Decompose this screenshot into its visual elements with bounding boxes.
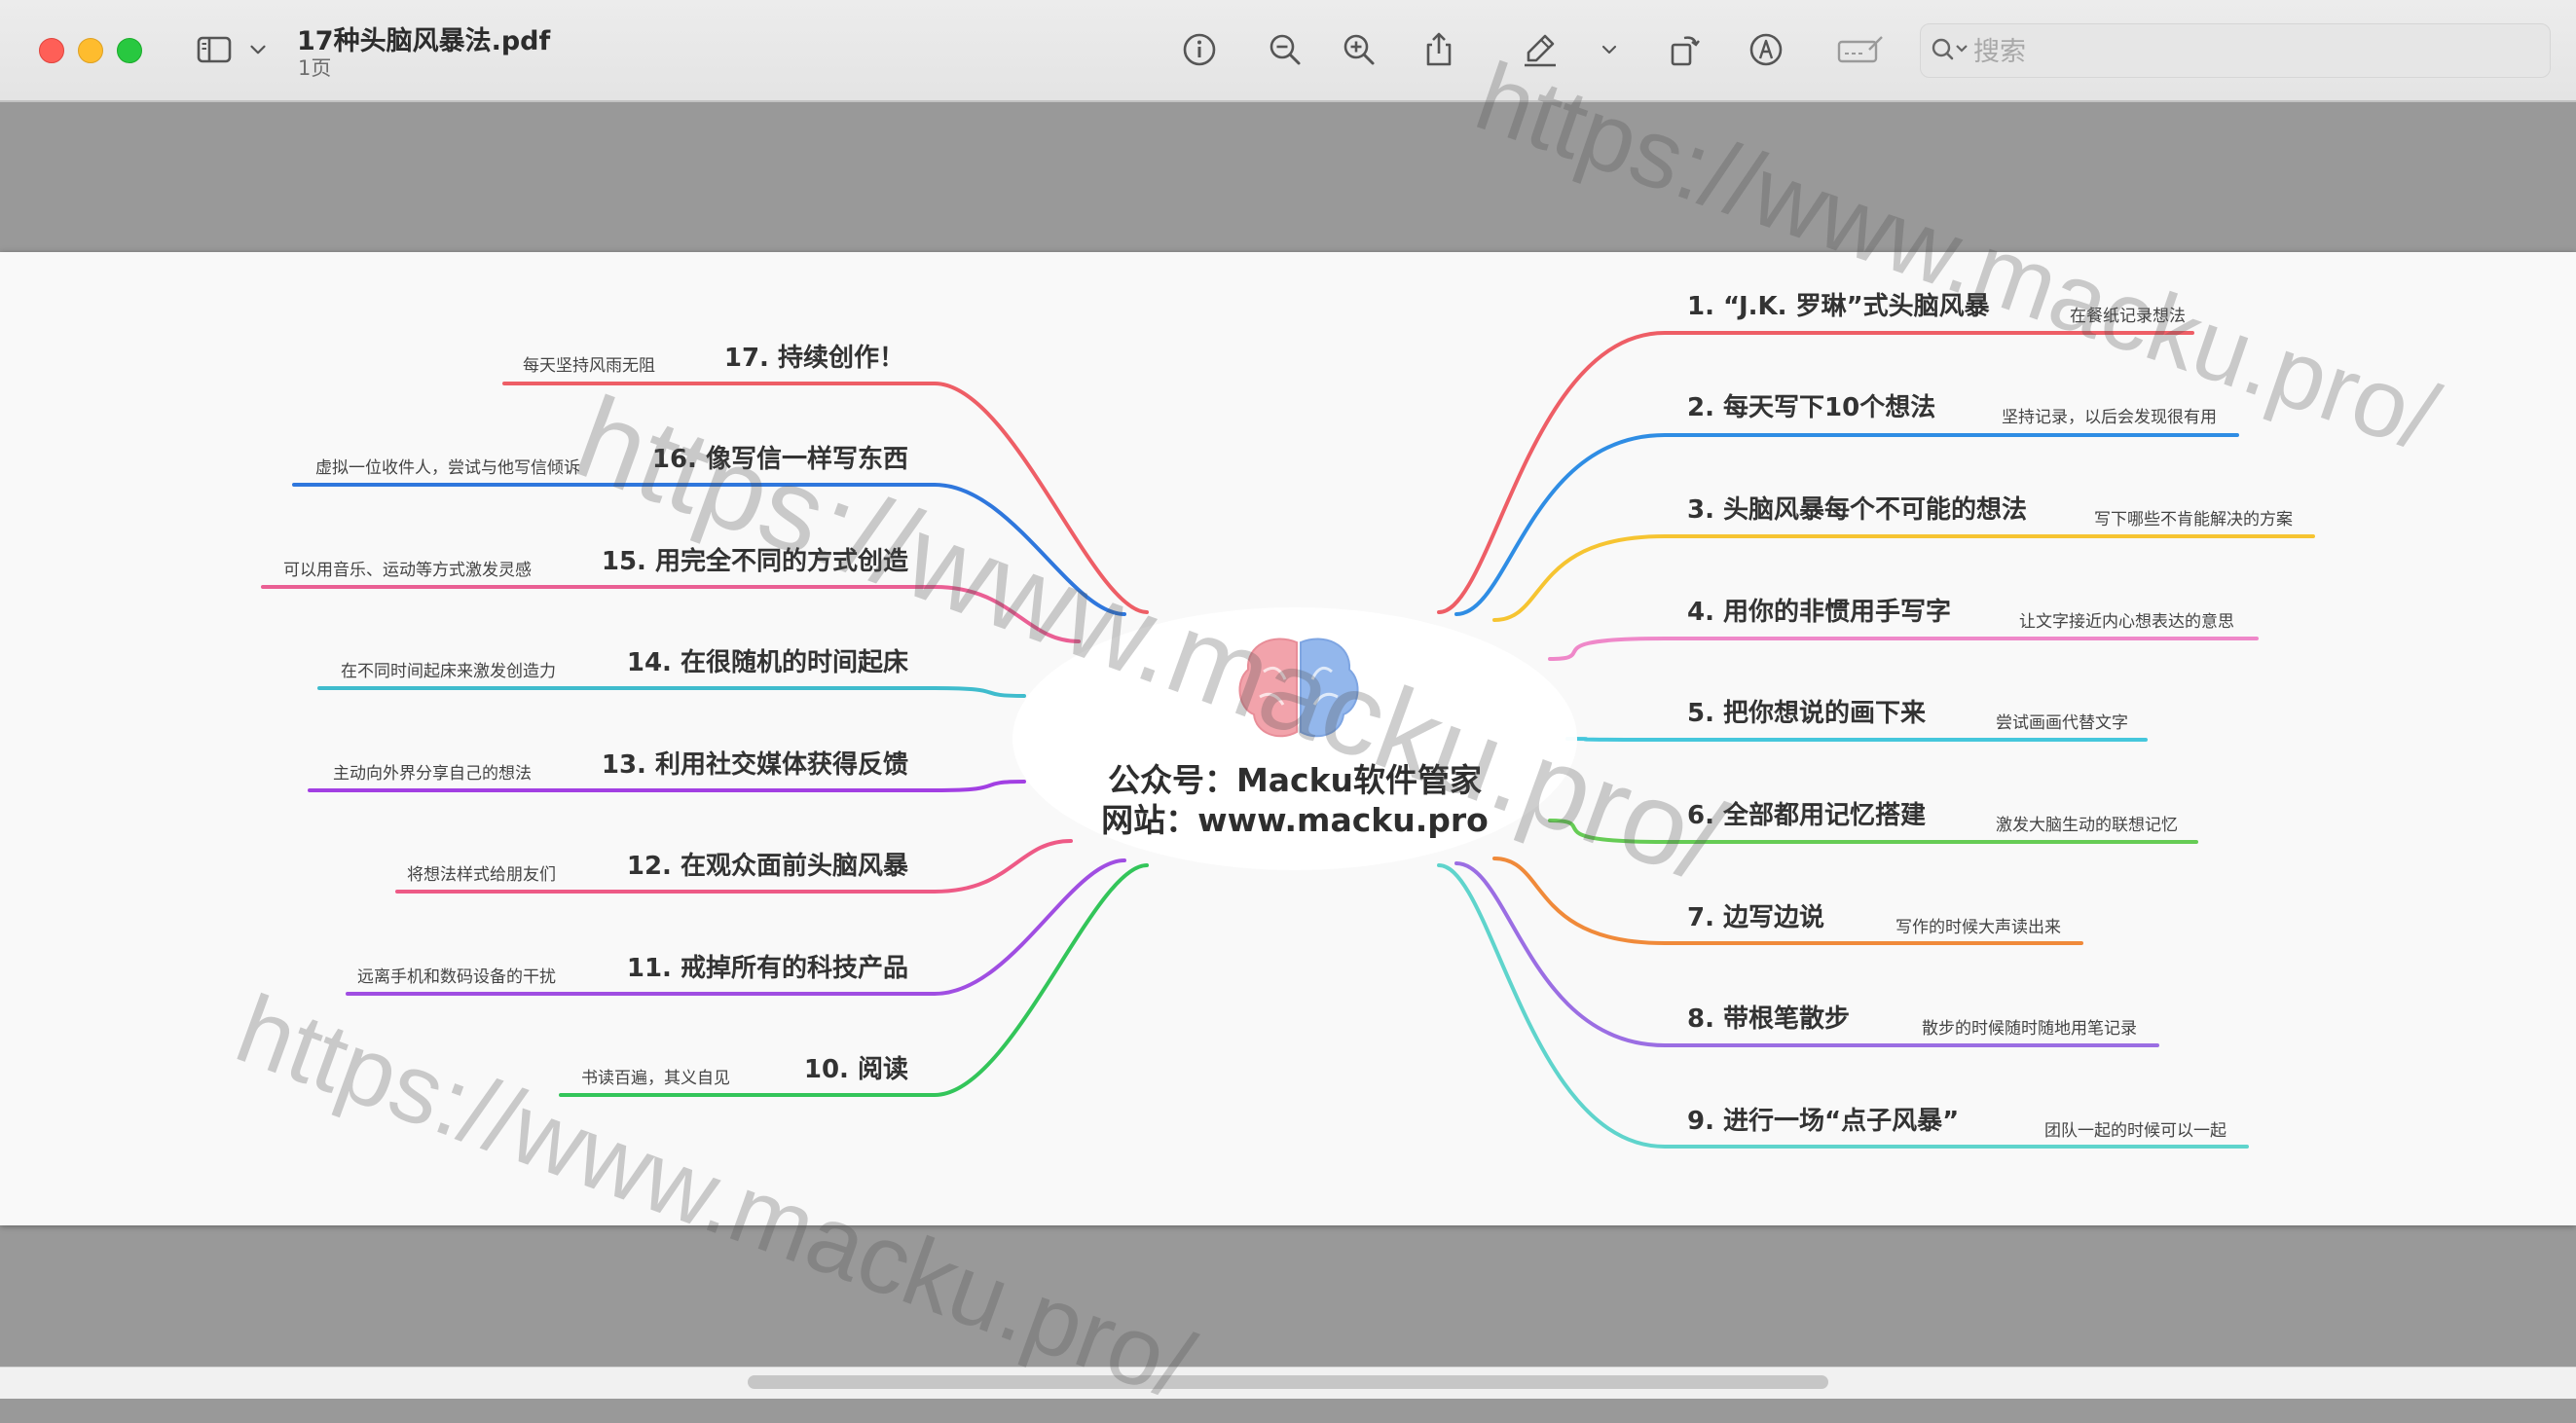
- node-title: 12. 在观众面前头脑风暴: [626, 852, 908, 881]
- node-note: 远离手机和数码设备的干扰: [357, 967, 556, 987]
- zoom-out-icon: [1270, 34, 1301, 65]
- node-title: 16. 像写信一样写东西: [651, 445, 908, 474]
- markup-icon: [1749, 33, 1783, 66]
- node-note: 让文字接近内心想表达的意思: [2019, 612, 2234, 632]
- rotate-button[interactable]: [1662, 27, 1707, 72]
- page-count: 1页: [298, 56, 332, 80]
- highlight-menu-button[interactable]: [1590, 27, 1629, 72]
- branch-left-14: [317, 686, 1026, 698]
- node-note: 将想法样式给朋友们: [407, 865, 556, 885]
- form-fill-button[interactable]: [1833, 27, 1888, 72]
- node-title: 7. 边写边说: [1687, 903, 1825, 932]
- branch-left-17: [502, 382, 1149, 614]
- markup-button[interactable]: [1744, 27, 1788, 72]
- node-note: 写作的时候大声读出来: [1895, 918, 2061, 937]
- node-title: 3. 头脑风暴每个不可能的想法: [1687, 495, 2028, 525]
- node-title: 17. 持续创作！: [723, 344, 904, 373]
- node-title: 8. 带根笔散步: [1687, 1004, 1851, 1034]
- node-title: 2. 每天写下10个想法: [1687, 393, 1936, 422]
- node-title: 13. 利用社交媒体获得反馈: [601, 750, 908, 780]
- window-toolbar: 17种头脑风暴法.pdf 1页: [0, 0, 2576, 102]
- node-title: 6. 全部都用记忆搭建: [1687, 801, 1927, 830]
- node-note: 坚持记录，以后会发现很有用: [2002, 408, 2217, 427]
- node-note: 主动向外界分享自己的想法: [333, 764, 532, 784]
- horizontal-scrollbar[interactable]: [748, 1375, 1828, 1389]
- branch-left-15: [261, 585, 1081, 643]
- node-note: 书读百遍，其义自见: [581, 1069, 730, 1088]
- node-note: 团队一起的时候可以一起: [2044, 1121, 2226, 1141]
- node-note: 激发大脑生动的联想记忆: [1996, 816, 2178, 835]
- node-note: 散步的时候随时随地用笔记录: [1922, 1019, 2137, 1039]
- node-title: 5. 把你想说的画下来: [1687, 699, 1927, 728]
- node-title: 4. 用你的非惯用手写字: [1687, 598, 1952, 627]
- chevron-down-icon: [1601, 45, 1617, 55]
- branch-right-4: [1548, 637, 2259, 661]
- document-title: 17种头脑风暴法.pdf: [297, 26, 551, 56]
- search-input[interactable]: [1971, 32, 2521, 71]
- close-window-button[interactable]: [39, 38, 64, 63]
- form-fill-icon: [1837, 36, 1883, 63]
- node-title: 15. 用完全不同的方式创造: [601, 547, 908, 576]
- node-title: 9. 进行一场“点子风暴”: [1687, 1107, 1960, 1136]
- search-field[interactable]: [1920, 23, 2551, 78]
- chevron-down-icon: [250, 45, 266, 55]
- zoom-out-button[interactable]: [1263, 27, 1307, 72]
- maximize-window-button[interactable]: [117, 38, 142, 63]
- sidebar-toggle-icon: [197, 36, 232, 63]
- sidebar-menu-button[interactable]: [239, 27, 277, 72]
- zoom-in-button[interactable]: [1337, 27, 1381, 72]
- share-icon: [1426, 32, 1452, 66]
- zoom-in-icon: [1343, 34, 1375, 65]
- node-title: 1. “J.K. 罗琳”式头脑风暴: [1687, 292, 1990, 321]
- node-title: 14. 在很随机的时间起床: [626, 648, 908, 677]
- sidebar-toggle-button[interactable]: [192, 27, 237, 72]
- pdf-page: 公众号：Macku软件管家 网站：www.macku.pro 1. “J.K. …: [0, 252, 2576, 1225]
- info-icon: [1183, 33, 1216, 66]
- minimize-window-button[interactable]: [78, 38, 103, 63]
- highlight-pen-icon: [1525, 34, 1556, 67]
- branch-right-5: [1565, 737, 2148, 742]
- node-note: 尝试画画代替文字: [1996, 713, 2128, 733]
- node-note: 在餐纸记录想法: [2070, 307, 2186, 326]
- rotate-icon: [1671, 36, 1700, 66]
- search-icon: [1932, 38, 1968, 60]
- branch-right-1: [1437, 331, 2194, 614]
- node-note: 在不同时间起床来激发创造力: [341, 662, 556, 681]
- node-title: 10. 阅读: [803, 1055, 908, 1084]
- brain-icon: [1238, 638, 1359, 738]
- node-note: 虚拟一位收件人，尝试与他写信倾诉: [315, 458, 580, 478]
- share-button[interactable]: [1417, 27, 1461, 72]
- highlight-button[interactable]: [1518, 27, 1563, 72]
- node-title: 11. 戒掉所有的科技产品: [626, 954, 908, 983]
- center-topic-line2: 网站：www.macku.pro: [1101, 801, 1489, 839]
- node-note: 每天坚持风雨无阻: [523, 356, 655, 376]
- node-note: 可以用音乐、运动等方式激发灵感: [283, 561, 532, 580]
- node-note: 写下哪些不肯能解决的方案: [2094, 510, 2293, 529]
- info-button[interactable]: [1177, 27, 1222, 72]
